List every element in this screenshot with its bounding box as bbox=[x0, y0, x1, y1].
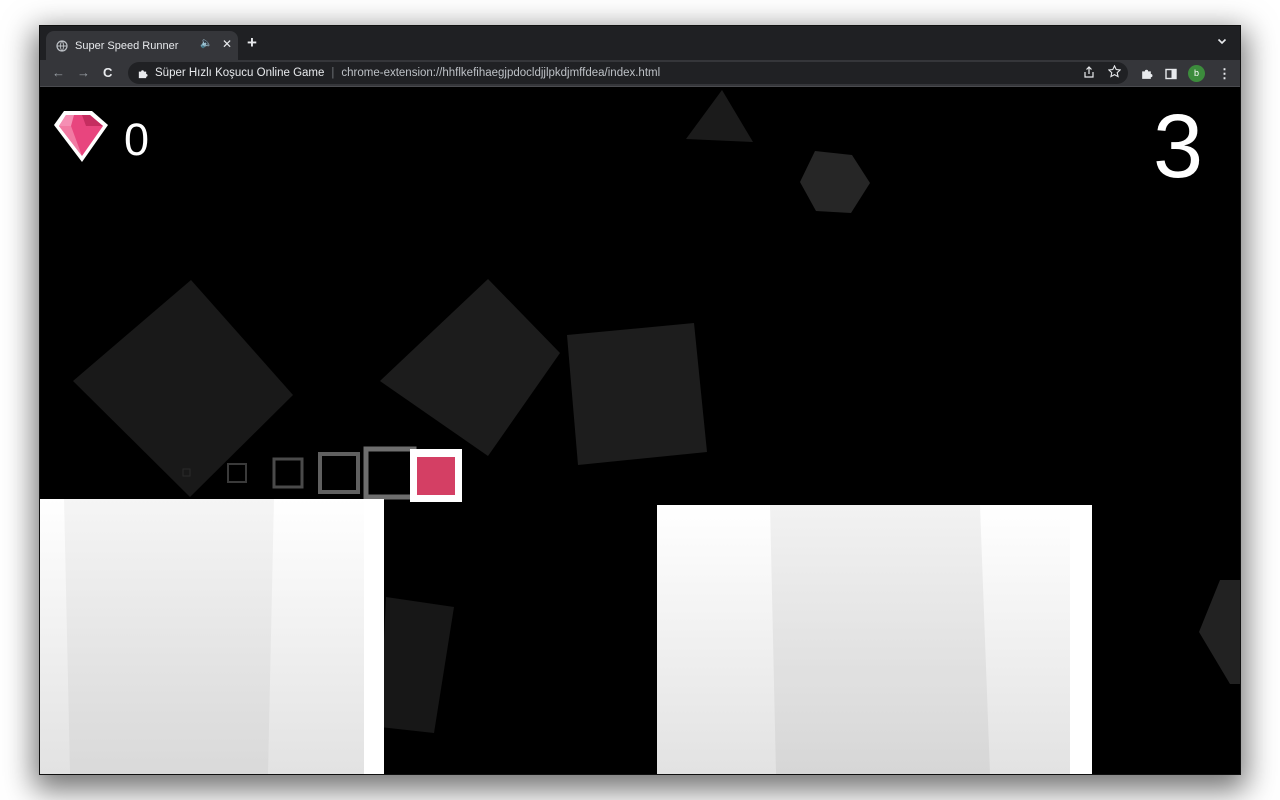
gem-count: 0 bbox=[124, 114, 150, 165]
trail-square-5 bbox=[363, 446, 417, 500]
chevron-down-icon[interactable] bbox=[1216, 34, 1228, 46]
site-name: Süper Hızlı Koşucu Online Game bbox=[155, 67, 325, 79]
globe-icon bbox=[56, 39, 68, 52]
trail-square-3 bbox=[272, 457, 304, 489]
back-button[interactable]: ← bbox=[52, 65, 65, 80]
tab-close-icon[interactable]: ✕ bbox=[222, 37, 232, 51]
bg-square-low bbox=[380, 597, 454, 733]
tab-title: Super Speed Runner bbox=[75, 39, 179, 52]
tab-audio-icon[interactable]: 🔈 bbox=[200, 38, 212, 49]
platform-right bbox=[657, 505, 1092, 774]
profile-avatar[interactable]: b bbox=[1188, 65, 1205, 82]
bg-diamond-large bbox=[73, 280, 293, 497]
address-bar[interactable]: Süper Hızlı Koşucu Online Game | chrome-… bbox=[128, 62, 1128, 84]
share-icon[interactable] bbox=[1083, 65, 1095, 78]
extension-puzzle-icon bbox=[137, 68, 148, 79]
forward-button[interactable]: → bbox=[77, 65, 90, 80]
game-canvas[interactable]: 0 3 bbox=[40, 87, 1240, 774]
gem-icon bbox=[54, 111, 108, 162]
reload-button[interactable]: C bbox=[103, 65, 112, 80]
bg-diamond-medium bbox=[380, 279, 560, 456]
browser-menu-button[interactable]: ⋮ bbox=[1218, 66, 1231, 82]
bg-hexagon-edge bbox=[1199, 580, 1240, 684]
extensions-icon[interactable] bbox=[1140, 67, 1153, 85]
new-tab-button[interactable]: + bbox=[247, 33, 257, 53]
omnibox-divider: | bbox=[331, 67, 335, 79]
tab-strip: Super Speed Runner 🔈 ✕ + bbox=[40, 26, 1240, 60]
platform-left bbox=[40, 499, 384, 774]
trail-square-4 bbox=[318, 452, 360, 494]
game-scene bbox=[40, 90, 1240, 774]
trail-square-2 bbox=[227, 463, 247, 483]
browser-window: Super Speed Runner 🔈 ✕ + ← → C Süper Hız… bbox=[40, 26, 1240, 774]
bg-square bbox=[567, 323, 707, 465]
lives-counter: 3 bbox=[1153, 97, 1204, 197]
url-text: chrome-extension://hhflkefihaegjpdocldjj… bbox=[341, 67, 661, 79]
browser-toolbar: ← → C Süper Hızlı Koşucu Online Game | c… bbox=[40, 60, 1240, 87]
bg-hexagon bbox=[800, 151, 870, 213]
bookmark-star-icon[interactable] bbox=[1107, 64, 1122, 78]
bg-triangle bbox=[686, 90, 753, 142]
side-panel-icon[interactable] bbox=[1165, 67, 1177, 85]
tab-super-speed-runner[interactable]: Super Speed Runner 🔈 ✕ bbox=[46, 31, 238, 60]
player-core bbox=[417, 457, 455, 495]
